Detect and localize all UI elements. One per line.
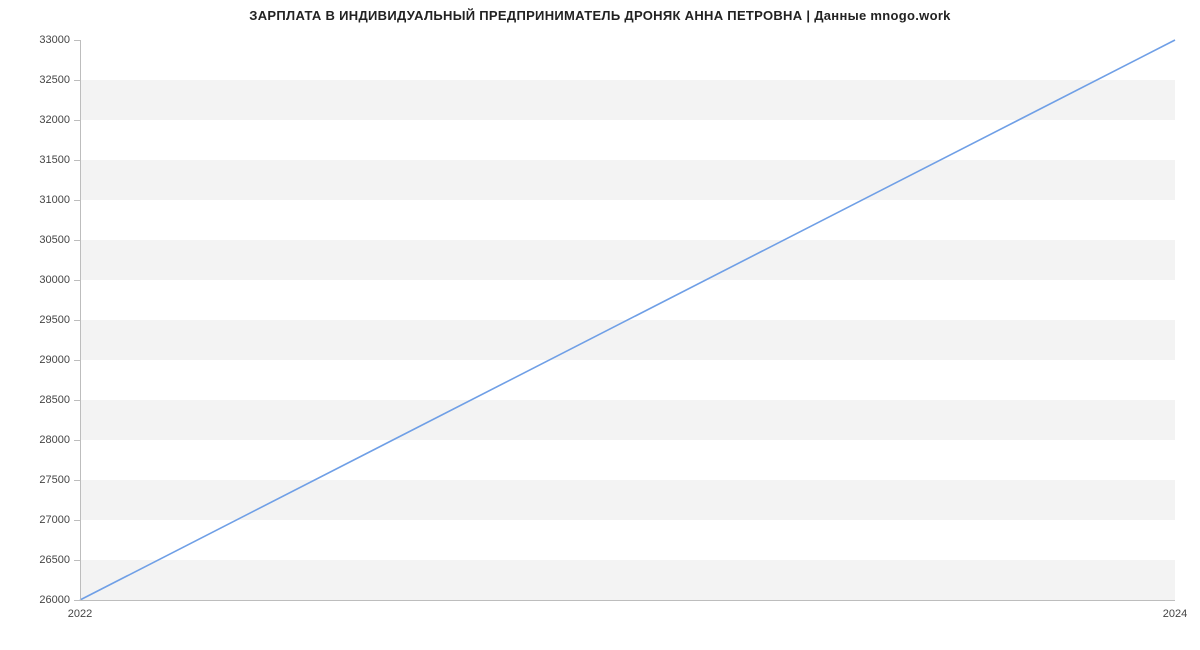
y-tick (74, 320, 80, 321)
y-tick-label: 32000 (39, 114, 70, 126)
y-tick (74, 120, 80, 121)
y-tick (74, 440, 80, 441)
line-chart: ЗАРПЛАТА В ИНДИВИДУАЛЬНЫЙ ПРЕДПРИНИМАТЕЛ… (0, 0, 1200, 650)
y-tick (74, 560, 80, 561)
y-tick (74, 200, 80, 201)
chart-title: ЗАРПЛАТА В ИНДИВИДУАЛЬНЫЙ ПРЕДПРИНИМАТЕЛ… (0, 8, 1200, 23)
y-tick (74, 160, 80, 161)
data-line (80, 40, 1175, 600)
y-tick-label: 32500 (39, 74, 70, 86)
y-tick-label: 27000 (39, 514, 70, 526)
y-tick-label: 29500 (39, 314, 70, 326)
y-tick-label: 30500 (39, 234, 70, 246)
x-axis (80, 600, 1175, 601)
y-tick (74, 240, 80, 241)
y-tick-label: 33000 (39, 34, 70, 46)
y-tick-label: 29000 (39, 354, 70, 366)
y-tick (74, 280, 80, 281)
y-tick (74, 520, 80, 521)
y-axis (80, 40, 81, 600)
y-tick-label: 28500 (39, 394, 70, 406)
x-tick-label: 2024 (1163, 608, 1187, 620)
y-tick-label: 26000 (39, 594, 70, 606)
y-tick (74, 360, 80, 361)
y-tick-label: 26500 (39, 554, 70, 566)
y-tick (74, 600, 80, 601)
y-tick (74, 400, 80, 401)
x-tick-label: 2022 (68, 608, 92, 620)
y-tick-label: 27500 (39, 474, 70, 486)
y-tick (74, 80, 80, 81)
y-tick-label: 31000 (39, 194, 70, 206)
y-tick-label: 31500 (39, 154, 70, 166)
y-tick (74, 40, 80, 41)
y-tick (74, 480, 80, 481)
y-tick-label: 30000 (39, 274, 70, 286)
y-tick-label: 28000 (39, 434, 70, 446)
plot-area: 2600026500270002750028000285002900029500… (80, 40, 1175, 600)
